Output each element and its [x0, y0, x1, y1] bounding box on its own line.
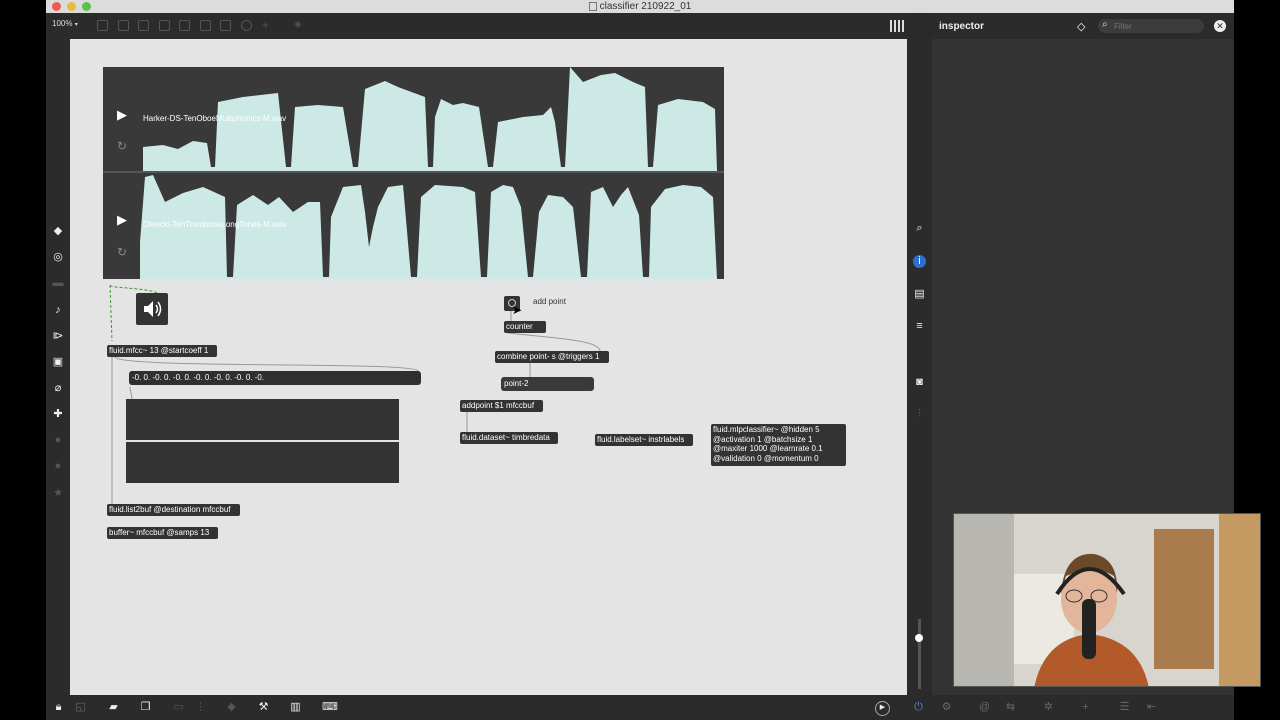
wrench-icon[interactable]: ⚒: [257, 701, 270, 714]
multislider-display[interactable]: [126, 399, 399, 483]
zoom-level: 100%: [52, 19, 73, 28]
dataset-object[interactable]: fluid.dataset~ timbredata: [460, 432, 558, 444]
puzzle-icon[interactable]: ✚: [52, 408, 64, 420]
right-sidebar: ⌕ i ▤ ≡ ◙ ⫶: [907, 39, 932, 695]
filter-input[interactable]: [1114, 20, 1194, 32]
left-sidebar: ◆ ◎ ▬ ♪ ⧐ ▣ ⌀ ✚ ● ● ★: [46, 39, 70, 695]
zoom-menu[interactable]: 100% ▾: [52, 19, 78, 28]
filter-field[interactable]: ⌕: [1098, 19, 1204, 33]
point-message[interactable]: point-2: [501, 377, 594, 391]
track-2-controls: ▶ ↻: [103, 173, 141, 279]
panel-icon[interactable]: ▬: [52, 277, 64, 289]
bottom-toolbar: 🔒︎ ◱ ▰ ❐ ▭ ⋮ ◆ ⚒ ▥ ⌨ ▶ ⏻ ⚙ @ ⇆ ✲ + ☰ ⇤: [46, 695, 1234, 720]
add-icon[interactable]: +: [262, 18, 269, 32]
new-number-icon[interactable]: [220, 20, 231, 31]
new-message-icon[interactable]: [118, 20, 129, 31]
piano-icon[interactable]: ▥: [289, 701, 302, 714]
play-icon[interactable]: ▶: [117, 107, 127, 123]
play-transport-icon[interactable]: ▶: [875, 701, 890, 716]
cube-icon[interactable]: ◆: [52, 225, 64, 237]
settings-icon[interactable]: ⚙: [940, 701, 953, 714]
book-icon[interactable]: ▤: [913, 288, 926, 301]
mixer-icon[interactable]: ⫶: [913, 408, 926, 421]
info-circle-icon[interactable]: ●: [52, 460, 64, 472]
track-2-filename: Olencki-TenTromboneLongTones-M.wav: [143, 220, 287, 229]
new-object-icon[interactable]: [97, 20, 108, 31]
new-button-icon[interactable]: [159, 20, 170, 31]
back-icon[interactable]: ⇤: [1145, 701, 1158, 714]
new-toggle-icon[interactable]: [179, 20, 190, 31]
keyboard-icon[interactable]: ⌨: [322, 701, 338, 714]
menu-icon[interactable]: ☰: [1118, 701, 1131, 714]
title-bar: classifier 210922_01: [46, 0, 1234, 13]
search-icon[interactable]: ⌕: [913, 222, 926, 235]
play-icon[interactable]: ▶: [117, 212, 127, 228]
image-icon[interactable]: ▣: [52, 356, 64, 368]
loop-icon[interactable]: ↻: [117, 139, 127, 153]
presentation-icon[interactable]: ◱: [74, 701, 87, 714]
patcher-canvas[interactable]: ▶ ↻ Harker-DS-TenOboeMultiphonics-M.wav …: [70, 39, 907, 695]
speaker-icon: [144, 301, 162, 317]
window-title: classifier 210922_01: [46, 0, 1234, 13]
lock-icon[interactable]: 🔒︎: [52, 701, 65, 714]
presenter-video: [954, 514, 1260, 686]
locate-icon[interactable]: ◇: [1077, 20, 1085, 33]
inspector-header: inspector ◇ ⌕ ✕: [932, 13, 1234, 39]
track-1-controls: ▶ ↻: [103, 67, 141, 171]
disabled-circle-icon[interactable]: ●: [52, 434, 64, 446]
snap-icon[interactable]: ◆: [225, 701, 238, 714]
paperclip-icon[interactable]: ⌀: [52, 382, 64, 394]
track-1-filename: Harker-DS-TenOboeMultiphonics-M.wav: [143, 114, 287, 123]
level-knob[interactable]: [915, 634, 923, 642]
target-icon[interactable]: ◎: [52, 251, 64, 263]
webcam-overlay: [953, 513, 1261, 687]
power-icon[interactable]: ⏻: [912, 701, 925, 714]
loop-icon[interactable]: ↻: [117, 245, 127, 259]
mlpclassifier-object[interactable]: fluid.mlpclassifier~ @hidden 5 @activati…: [711, 424, 846, 466]
patcher-toolbar: 100% ▾ + ◈: [46, 13, 907, 39]
at-icon[interactable]: @: [978, 701, 991, 714]
cog-icon[interactable]: ✲: [1042, 701, 1055, 714]
combine-object[interactable]: combine point- s @triggers 1: [495, 351, 609, 363]
list2buf-object[interactable]: fluid.list2buf @destination mfccbuf: [107, 504, 240, 516]
addpoint-message[interactable]: addpoint $1 mfccbuf: [460, 400, 543, 412]
new-slider-icon[interactable]: [200, 20, 211, 31]
mfcc-values-message[interactable]: -0. 0. -0. 0. -0. 0. -0. 0. -0. 0. -0. 0…: [129, 371, 421, 385]
multislider-divider: [126, 440, 399, 442]
branch-icon[interactable]: ⇆: [1004, 701, 1017, 714]
mouse-cursor-icon: ➤: [512, 303, 523, 317]
inspector-title: inspector: [939, 21, 985, 32]
star-icon[interactable]: ★: [52, 487, 64, 499]
counter-object[interactable]: counter: [504, 321, 546, 333]
buffer-object[interactable]: buffer~ mfccbuf @samps 13: [107, 527, 218, 539]
music-note-icon[interactable]: ♪: [52, 304, 64, 316]
paint-icon[interactable]: ◈: [294, 19, 302, 30]
new-dial-icon[interactable]: [241, 20, 252, 31]
chat-icon[interactable]: ▰: [107, 701, 120, 714]
plus-icon[interactable]: +: [1079, 701, 1092, 714]
grid-view-icon[interactable]: [890, 20, 904, 32]
info-icon[interactable]: i: [913, 255, 926, 268]
grid-icon[interactable]: ⋮: [194, 701, 207, 714]
document-icon: [588, 1, 597, 11]
sequence-icon[interactable]: ⧐: [52, 330, 64, 342]
windows-icon[interactable]: ❐: [139, 701, 152, 714]
list-icon[interactable]: ≡: [913, 320, 926, 333]
debug-icon[interactable]: ▭: [172, 701, 185, 714]
level-meter[interactable]: [915, 619, 923, 689]
camera-icon[interactable]: ◙: [913, 376, 926, 389]
mfcc-object[interactable]: fluid.mfcc~ 13 @startcoeff 1: [107, 345, 217, 357]
search-icon: ⌕: [1102, 19, 1108, 30]
labelset-object[interactable]: fluid.labelset~ instrlabels: [595, 434, 693, 446]
new-comment-icon[interactable]: [138, 20, 149, 31]
waveform-display: [103, 67, 724, 279]
audio-output-toggle[interactable]: [136, 293, 168, 325]
close-icon[interactable]: ✕: [1214, 20, 1226, 32]
waveform-viewer[interactable]: ▶ ↻ Harker-DS-TenOboeMultiphonics-M.wav …: [103, 67, 724, 279]
add-point-comment: add point: [533, 297, 566, 306]
